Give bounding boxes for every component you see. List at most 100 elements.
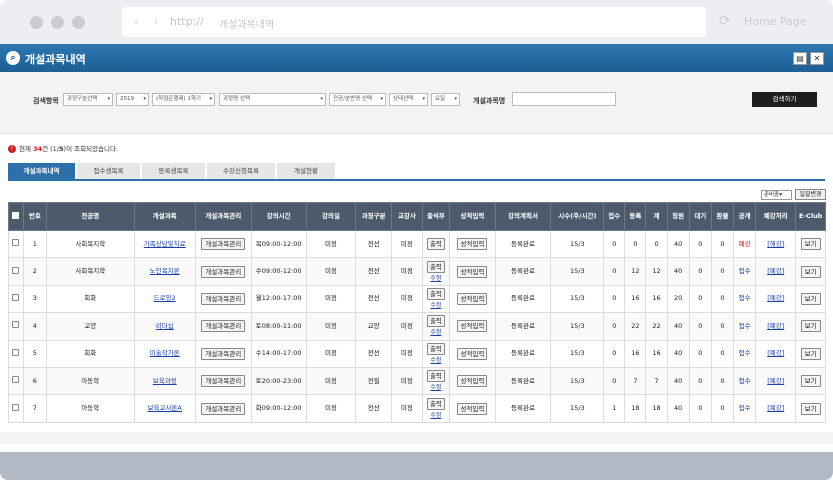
close-course-link[interactable]: [폐강]	[767, 404, 784, 412]
nav-arrows-icon[interactable]: ‹ ›	[134, 15, 164, 28]
eclub-view-button[interactable]: 보기	[800, 292, 821, 305]
eclub-view-button[interactable]: 보기	[800, 347, 821, 360]
course-link[interactable]: 노인복지론	[150, 267, 180, 275]
attendance-print-button[interactable]: 출력	[426, 397, 445, 410]
filter-major[interactable]: 전공/분반명 선택 ▾	[329, 93, 386, 106]
home-page-link[interactable]: Home Page	[744, 15, 807, 28]
row-apply: 1	[603, 394, 626, 423]
attendance-edit-link[interactable]: 수정	[423, 301, 449, 310]
window-dot-minimize[interactable]	[51, 16, 64, 29]
course-manage-button[interactable]: 개설과목관리	[201, 320, 246, 333]
eclub-view-button[interactable]: 보기	[800, 402, 821, 415]
bulk-change-button[interactable]: 일괄변경	[795, 189, 826, 200]
grade-input-button[interactable]: 성적입력	[457, 265, 488, 278]
filter-course-name[interactable]: 과정명 선택 ▾	[219, 93, 326, 106]
close-course-link[interactable]: [폐강]	[767, 377, 784, 385]
filter-year[interactable]: 2019 ▾	[116, 93, 149, 106]
course-manage-button[interactable]: 개설과목관리	[201, 238, 246, 251]
attendance-edit-link[interactable]: 수정	[423, 411, 449, 420]
search-button[interactable]: 검색하기	[752, 92, 817, 107]
horizontal-scrollbar[interactable]	[0, 432, 833, 444]
close-course-link[interactable]: [폐강]	[767, 322, 784, 330]
table-row: 4 교양 리더십 개설과목관리 토08:00-11:00 미정 교양 미정 출력 수정 성적입력 등록…	[8, 312, 826, 341]
tab-registrants[interactable]: 등록생목록	[142, 163, 205, 179]
filter-course-type[interactable]: 과정구분선택 ▾	[63, 93, 113, 106]
attendance-print-button[interactable]: 출력	[426, 238, 445, 251]
row-capacity: 40	[666, 229, 690, 259]
row-major: 사회복지학	[45, 257, 135, 286]
course-link[interactable]: 미술작가론	[150, 349, 180, 357]
tab-applicants[interactable]: 접수생목록	[77, 163, 140, 179]
course-link[interactable]: 가족상담및치료	[144, 240, 186, 248]
course-manage-button[interactable]: 개설과목관리	[201, 292, 246, 305]
eclub-view-button[interactable]: 보기	[800, 375, 821, 388]
row-apply: 0	[603, 229, 626, 259]
select-all-checkbox[interactable]	[8, 202, 24, 231]
excel-icon[interactable]: ✕	[810, 52, 824, 65]
status-change-select[interactable]: 준비중▾	[761, 190, 792, 200]
eclub-view-button[interactable]: 보기	[800, 238, 821, 251]
attendance-edit-link[interactable]: 수정	[423, 328, 449, 337]
window-dot-close[interactable]	[30, 16, 43, 29]
row-waiting: 0	[688, 312, 712, 341]
course-link[interactable]: 보육과정	[153, 377, 177, 385]
close-course-link[interactable]: [해강]	[767, 240, 784, 248]
grade-input-button[interactable]: 성적입력	[457, 238, 488, 251]
tab-status[interactable]: 개설현황	[277, 163, 335, 179]
row-public-status: 접수	[733, 284, 757, 314]
row-time: 토08:00-11:00	[250, 312, 307, 341]
course-name-input[interactable]	[512, 92, 616, 106]
filter-status[interactable]: 상태선택 ▾	[389, 93, 428, 106]
row-room: 미정	[305, 284, 357, 314]
tab-bar: 개설과목내역 접수생목록 등록생목록 수강신청목록 개설현황	[8, 163, 825, 181]
close-course-link[interactable]: [폐강]	[767, 294, 784, 302]
row-checkbox[interactable]	[8, 284, 24, 314]
table-row: 5 회화 미술작가론 개설과목관리 수14:00-17:00 미정 전선 미정 출력 수정 성적입력…	[8, 339, 826, 368]
tab-course-list[interactable]: 개설과목내역	[8, 163, 75, 179]
attendance-print-button[interactable]: 출력	[426, 342, 445, 355]
course-link[interactable]: 보육교사론A	[148, 404, 182, 412]
close-course-link[interactable]: [폐강]	[767, 267, 784, 275]
row-checkbox[interactable]	[8, 257, 24, 286]
course-link[interactable]: 리더십	[156, 322, 174, 330]
eclub-view-button[interactable]: 보기	[800, 320, 821, 333]
search-label: 검색항목	[33, 97, 59, 105]
attendance-edit-link[interactable]: 수정	[423, 383, 449, 392]
attendance-edit-link[interactable]: 수정	[423, 274, 449, 283]
tab-enrollments[interactable]: 수강신청목록	[207, 163, 275, 179]
window-dot-maximize[interactable]	[72, 16, 85, 29]
course-manage-button[interactable]: 개설과목관리	[201, 375, 246, 388]
address-bar[interactable]: ‹ › http:// 개설과목내역	[122, 7, 706, 37]
attendance-print-button[interactable]: 출력	[426, 315, 445, 328]
reload-icon[interactable]: ⟳	[719, 13, 731, 29]
grade-input-button[interactable]: 성적입력	[457, 375, 488, 388]
grade-input-button[interactable]: 성적입력	[457, 292, 488, 305]
close-course-link[interactable]: [폐강]	[767, 349, 784, 357]
row-checkbox[interactable]	[8, 339, 24, 368]
row-checkbox[interactable]	[8, 229, 24, 259]
course-manage-button[interactable]: 개설과목관리	[201, 402, 246, 415]
row-apply: 0	[603, 312, 626, 341]
attendance-print-button[interactable]: 출력	[426, 287, 445, 300]
filter-semester[interactable]: (학점은행제) 1학기 ▾	[152, 93, 215, 106]
row-checkbox[interactable]	[8, 394, 24, 423]
attendance-print-button[interactable]: 출력	[426, 370, 445, 383]
course-manage-button[interactable]: 개설과목관리	[201, 265, 246, 278]
grade-input-button[interactable]: 성적입력	[457, 320, 488, 333]
eclub-view-button[interactable]: 보기	[800, 265, 821, 278]
filter-day[interactable]: 요일 ▾	[431, 93, 460, 106]
printer-icon[interactable]: ▤	[793, 52, 807, 65]
attendance-print-button[interactable]: 출력	[426, 260, 445, 273]
row-checkbox[interactable]	[8, 312, 24, 341]
row-refund: 0	[710, 394, 735, 423]
row-checkbox[interactable]	[8, 366, 24, 396]
grade-input-button[interactable]: 성적입력	[457, 347, 488, 360]
row-refund: 0	[710, 366, 735, 396]
col-waiting: 대기	[688, 202, 712, 231]
col-room: 강의실	[305, 202, 357, 231]
course-manage-button[interactable]: 개설과목관리	[201, 347, 246, 360]
attendance-edit-link[interactable]: 수정	[423, 356, 449, 365]
course-link[interactable]: 드로잉2	[154, 294, 176, 302]
grade-input-button[interactable]: 성적입력	[457, 402, 488, 415]
row-major: 교양	[45, 312, 135, 341]
